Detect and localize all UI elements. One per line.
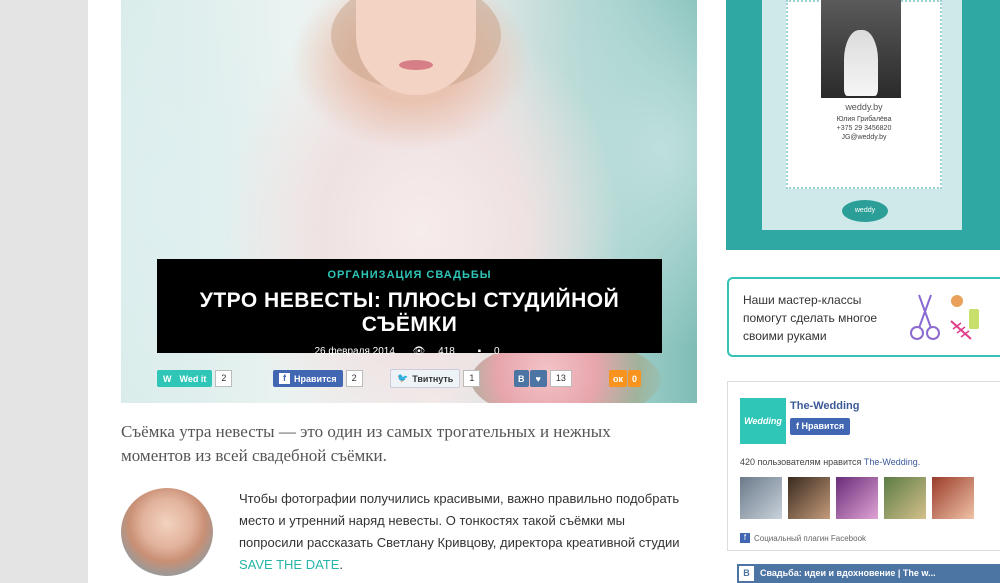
vk-button[interactable]: В [514,370,529,387]
ad-brand-logo: weddy [842,200,888,222]
wedit-share: W Wed it 2 [157,370,233,387]
wedit-label: Wed it [179,373,207,384]
tweet-button[interactable]: 🐦 Твитнуть [390,369,461,388]
facebook-page-widget: Wedding The-Wedding f Нравится 420 польз… [727,381,1000,551]
fb-like-label: Нравится [801,421,845,431]
facebook-icon: f [279,373,290,384]
fb-fan-avatar[interactable] [788,477,830,519]
vk-share: В ♥ 13 [514,370,572,387]
comments-value: 0 [493,346,500,357]
mc-line2: помогут сделать многое [743,311,878,325]
twitter-share: 🐦 Твитнуть 1 [390,369,481,388]
master-classes-text: Наши мастер-классы помогут сделать много… [743,291,877,345]
fb-like-count: 420 пользователям нравится The-Wedding. [740,457,920,467]
mc-line3: своими руками [743,329,827,343]
paragraph-text: Чтобы фотографии получились красивыми, в… [239,491,680,550]
fb-fan-avatar[interactable] [740,477,782,519]
ad-site: weddy.by [845,102,883,112]
article-paragraph: Чтобы фотографии получились красивыми, в… [239,488,689,576]
odnoklassniki-button[interactable]: ок [609,370,628,387]
fb-page-avatar[interactable]: Wedding [740,398,786,444]
fb-thumb-icon: f [796,421,799,431]
fb-count-text: 420 пользователям нравится [740,457,862,467]
fb-count-link[interactable]: The-Wedding. [864,457,920,467]
views-count: 👁 418 [408,346,460,357]
article-caption-box: ОРГАНИЗАЦИЯ СВАДЬБЫ УТРО НЕВЕСТЫ: ПЛЮСЫ … [157,259,662,357]
save-the-date-link[interactable]: SAVE THE DATE [239,557,339,572]
vk-group-title: Свадьба: идеи и вдохновение | The w... [760,568,936,578]
facebook-icon: f [740,533,750,543]
ad-name: Юлия Грибалёва [836,116,892,123]
vk-icon: В [739,566,754,581]
ad-phone: +375 29 3456820 [836,125,892,132]
eye-icon: 👁 [412,346,426,357]
ad-bride-dress [844,30,878,96]
ad-contact-block: weddy.by Юлия Грибалёва +375 29 3456820 … [786,103,942,142]
wedit-button[interactable]: W Wed it [157,370,213,387]
views-value: 418 [438,346,455,357]
vk-count: 13 [549,370,572,387]
comment-icon: ▪ [477,346,482,357]
fb-fan-avatar[interactable] [836,477,878,519]
facebook-like-button[interactable]: f Нравится [273,370,343,387]
fb-page-name[interactable]: The-Wedding [790,400,859,412]
odnoklassniki-count: 0 [628,370,642,387]
vk-group-widget[interactable]: В Свадьба: идеи и вдохновение | The w... [737,564,1000,583]
twitter-bird-icon: 🐦 [397,373,409,383]
hero-lips [399,60,433,70]
scissors-icon [910,294,940,340]
wedit-logo-icon: W [163,373,172,384]
fb-fans-list [740,477,974,519]
article-title: УТРО НЕВЕСТЫ: ПЛЮСЫ СТУДИЙНОЙ СЪЁМКИ [199,289,620,336]
facebook-share: f Нравится 2 [273,370,363,387]
article-date: 26 февраля 2014 [314,346,395,357]
facebook-count: 2 [345,370,363,387]
fb-like-button[interactable]: f Нравится [790,418,851,435]
article-category[interactable]: ОРГАНИЗАЦИЯ СВАДЬБЫ [157,269,662,281]
facebook-like-label: Нравится [294,373,337,384]
master-classes-banner[interactable]: Наши мастер-классы помогут сделать много… [727,277,1000,357]
fb-plugin-label: Социальный плагин Facebook [754,533,867,543]
article-meta: 26 февраля 2014 👁 418 ▪ 0 [157,346,662,357]
fb-fan-avatar[interactable] [932,477,974,519]
tweet-label: Твитнуть [412,373,454,384]
author-avatar [121,488,213,576]
mc-line1: Наши мастер-классы [743,293,862,307]
sewing-thread-icon [950,295,979,340]
vk-icon: В [518,373,525,384]
odnoklassniki-share: ок 0 [609,370,642,387]
ad-email: JG@weddy.by [841,134,887,141]
wedit-count: 2 [215,370,233,387]
odnoklassniki-icon: ок [613,373,624,384]
comments-count: ▪ 0 [473,346,505,357]
fb-fan-avatar[interactable] [884,477,926,519]
article-lead: Съёмка утра невесты — это один из самых … [121,422,611,465]
paragraph-end: . [339,557,344,572]
vk-like-button[interactable]: ♥ [529,370,547,387]
heart-icon: ♥ [535,373,541,384]
fb-social-plugin: f Социальный плагин Facebook [740,533,866,543]
sidebar-banner-ad[interactable]: weddy.by Юлия Грибалёва +375 29 3456820 … [726,0,1000,250]
twitter-count: 1 [463,370,481,387]
